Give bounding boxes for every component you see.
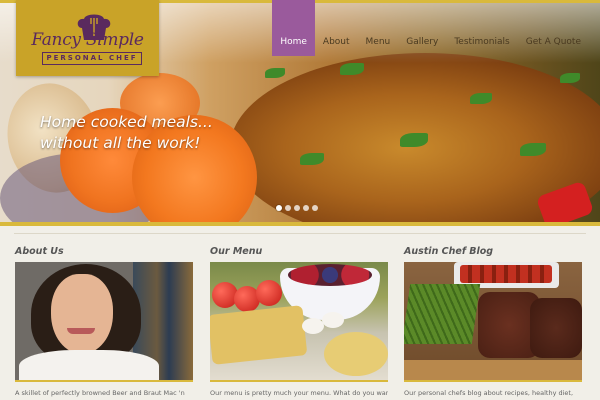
nav-testimonials[interactable]: Testimonials [446, 0, 517, 56]
blog-photo[interactable] [404, 262, 582, 380]
logo-brand: Fancy Simple [31, 30, 144, 50]
chef-coat [19, 350, 159, 380]
slider-dot[interactable] [303, 205, 309, 211]
tomato [256, 280, 282, 306]
tomatoes [460, 265, 552, 283]
nav-home[interactable]: Home [272, 0, 315, 56]
slider-dot[interactable] [312, 205, 318, 211]
hero-herb [470, 93, 492, 104]
quiche [210, 305, 308, 365]
nav-get-a-quote[interactable]: Get A Quote [518, 0, 589, 56]
chef-smile [67, 328, 95, 334]
about-photo[interactable] [15, 262, 193, 380]
hero-tagline-line2: without all the work! [40, 134, 201, 152]
main-nav: Home About Menu Gallery Testimonials Get… [272, 0, 589, 56]
nav-about[interactable]: About [315, 0, 358, 56]
slider-dots [276, 205, 318, 211]
blog-excerpt: Our personal chefs blog about recipes, h… [404, 389, 574, 397]
hero-herb [520, 143, 546, 156]
about-excerpt: A skillet of perfectly browned Beer and … [15, 389, 185, 397]
slider-dot[interactable] [294, 205, 300, 211]
site-logo[interactable]: Fancy Simple PERSONAL CHEF [16, 0, 159, 76]
blog-section: Austin Chef Blog Our personal chefs blog… [404, 246, 582, 397]
hero-tagline-line1: Home cooked meals... [40, 113, 213, 131]
hero-herb [300, 153, 324, 165]
hero-herb [340, 63, 364, 75]
menu-excerpt: Our menu is pretty much your menu. What … [210, 389, 388, 397]
quiche [324, 332, 388, 376]
egg [302, 318, 324, 334]
slider-dot[interactable] [276, 205, 282, 211]
asparagus [404, 284, 481, 344]
slider-dot[interactable] [285, 205, 291, 211]
about-section: About Us A skillet of perfectly browned … [15, 246, 193, 397]
chef-face [51, 274, 113, 354]
hero-tagline: Home cooked meals... without all the wor… [40, 112, 213, 154]
about-underline [15, 380, 193, 382]
cutting-board [404, 360, 582, 380]
hero-herb [560, 73, 580, 83]
about-title[interactable]: About Us [15, 246, 193, 257]
logo-subtitle: PERSONAL CHEF [42, 52, 142, 65]
section-divider [14, 233, 586, 234]
hero-herb [265, 68, 285, 78]
blog-underline [404, 380, 582, 382]
egg [322, 312, 344, 328]
hero-herb [400, 133, 428, 147]
menu-title[interactable]: Our Menu [210, 246, 388, 257]
hero-bottom-bar [0, 222, 600, 226]
steak [530, 298, 582, 358]
menu-photo[interactable] [210, 262, 388, 380]
menu-section: Our Menu Our menu is pretty much your me… [210, 246, 388, 397]
nav-menu[interactable]: Menu [358, 0, 399, 56]
menu-underline [210, 380, 388, 382]
blog-title[interactable]: Austin Chef Blog [404, 246, 582, 257]
berries [288, 264, 372, 286]
nav-gallery[interactable]: Gallery [398, 0, 446, 56]
